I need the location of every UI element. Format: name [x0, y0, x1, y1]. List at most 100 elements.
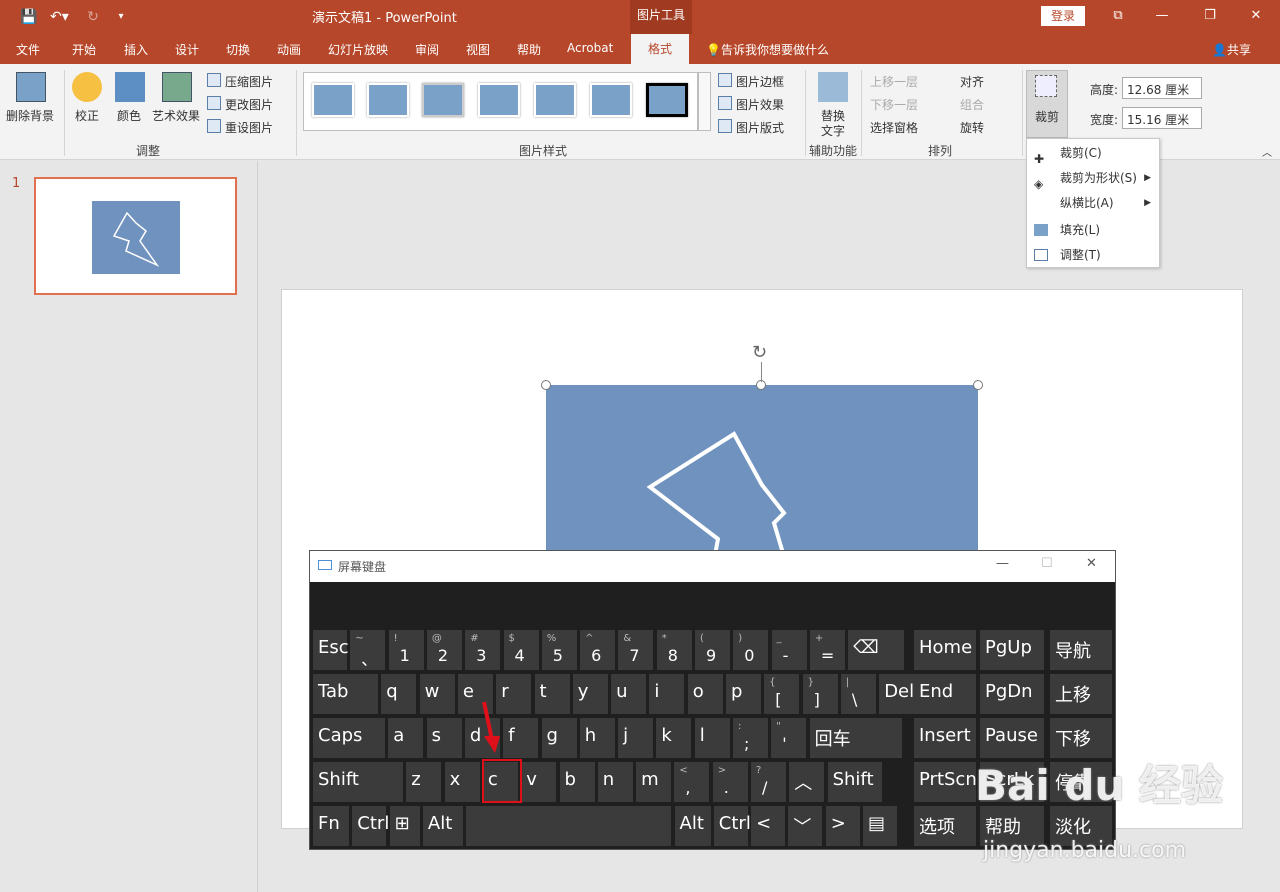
customize-quick-access-icon[interactable]: ▾	[112, 8, 130, 26]
key-4[interactable]: $4	[503, 630, 539, 670]
maximize-icon[interactable]: ☐	[1041, 556, 1053, 571]
key-m[interactable]: m	[636, 762, 672, 802]
menu-item-crop-to-shape[interactable]: ◈ 裁剪为形状(S) ▶	[1027, 166, 1159, 191]
close-icon[interactable]: ✕	[1246, 6, 1266, 26]
key-shift[interactable]: Shift	[313, 762, 403, 802]
key-fn[interactable]: Fn	[313, 806, 349, 846]
style-thumb[interactable]	[590, 83, 632, 117]
key-end[interactable]: End	[914, 674, 976, 714]
key-回车[interactable]: 回车	[809, 718, 902, 758]
key-k[interactable]: k	[656, 718, 692, 758]
save-icon[interactable]: 💾	[20, 8, 38, 26]
key-s[interactable]: s	[426, 718, 462, 758]
key-z[interactable]: z	[406, 762, 442, 802]
key-p[interactable]: p	[726, 674, 761, 714]
tab-review[interactable]: 审阅	[415, 41, 439, 58]
undo-icon[interactable]: ↶▾	[50, 8, 69, 26]
key-t[interactable]: t	[534, 674, 570, 714]
key-][interactable]: }]	[802, 674, 838, 714]
key-ctrl[interactable]: Ctrl	[713, 806, 751, 846]
tab-file[interactable]: 文件	[16, 41, 40, 58]
resize-handle[interactable]	[973, 380, 983, 390]
key-导航[interactable]: 导航	[1050, 630, 1112, 670]
key-⌫[interactable]: ⌫	[848, 630, 905, 670]
key--[interactable]: _ -	[771, 630, 807, 670]
close-icon[interactable]: ✕	[1086, 556, 1097, 571]
alt-text-label-2[interactable]: 文字	[821, 122, 845, 139]
key-5[interactable]: % 5	[541, 630, 577, 670]
tab-design[interactable]: 设计	[175, 41, 199, 58]
key-2[interactable]: @2	[426, 630, 462, 670]
picture-effects-button[interactable]: 图片效果	[736, 96, 784, 113]
redo-icon[interactable]: ↻	[84, 8, 102, 26]
picture-styles-gallery[interactable]	[303, 72, 698, 131]
send-backward-button[interactable]: 下移一层	[870, 96, 918, 113]
bring-forward-button[interactable]: 上移一层	[870, 73, 918, 90]
key-7[interactable]: & 7	[618, 630, 654, 670]
key-h[interactable]: h	[579, 718, 615, 758]
key-esc[interactable]: Esc	[313, 630, 349, 670]
selection-pane-button[interactable]: 选择窗格	[870, 119, 918, 136]
menu-item-fit[interactable]: 调整(T)	[1027, 243, 1159, 267]
key-/[interactable]: ? /	[751, 762, 786, 802]
login-button[interactable]: 登录	[1041, 6, 1085, 26]
key-6[interactable]: ^ 6	[580, 630, 616, 670]
corrections-icon[interactable]	[72, 72, 102, 102]
key-\[interactable]: | \	[840, 674, 876, 714]
style-thumb[interactable]	[646, 83, 688, 117]
key-选项[interactable]: 选项	[914, 806, 976, 846]
remove-background-icon[interactable]	[16, 72, 46, 102]
tab-animations[interactable]: 动画	[277, 41, 301, 58]
artistic-effects-button[interactable]: 艺术效果	[152, 107, 200, 124]
key-del[interactable]: Del	[879, 674, 918, 714]
reset-picture-button[interactable]: 重设图片	[225, 119, 273, 136]
key-pgdn[interactable]: PgDn	[980, 674, 1044, 714]
align-button[interactable]: 对齐	[960, 73, 984, 90]
width-input[interactable]: 15.16 厘米	[1122, 107, 1202, 129]
key-home[interactable]: Home	[914, 630, 976, 670]
key-8[interactable]: * 8	[656, 630, 692, 670]
tab-insert[interactable]: 插入	[124, 41, 148, 58]
key-insert[interactable]: Insert	[914, 718, 976, 758]
key-⊞[interactable]: ⊞	[389, 806, 420, 846]
key-g[interactable]: g	[541, 718, 577, 758]
style-thumb[interactable]	[367, 83, 409, 117]
key-1[interactable]: ! 1	[388, 630, 424, 670]
group-button[interactable]: 组合	[960, 96, 984, 113]
remove-background-button[interactable]: 删除背景	[6, 107, 54, 124]
key-n[interactable]: n	[597, 762, 633, 802]
alt-text-icon[interactable]	[818, 72, 848, 102]
menu-item-aspect-ratio[interactable]: 纵横比(A) ▶	[1027, 191, 1159, 215]
key-.[interactable]: >.	[712, 762, 748, 802]
picture-border-button[interactable]: 图片边框	[736, 73, 784, 90]
key-﹀[interactable]: ﹀	[788, 806, 823, 846]
key-shift[interactable]: Shift	[827, 762, 882, 802]
key-tab[interactable]: Tab	[313, 674, 378, 714]
artistic-effects-icon[interactable]	[162, 72, 192, 102]
key-alt[interactable]: Alt	[422, 806, 463, 846]
key-︿[interactable]: ︿	[789, 762, 825, 802]
style-thumb[interactable]	[312, 83, 354, 117]
ribbon-display-options-icon[interactable]: ⧉	[1108, 6, 1128, 26]
collapse-ribbon-icon[interactable]: ︿	[1262, 144, 1272, 159]
rotate-button[interactable]: 旋转	[960, 119, 984, 136]
minimize-icon[interactable]: —	[996, 556, 1009, 571]
style-thumb[interactable]	[534, 83, 576, 117]
key-l[interactable]: l	[694, 718, 730, 758]
key-b[interactable]: b	[559, 762, 595, 802]
color-button[interactable]: 颜色	[117, 107, 141, 124]
key-caps[interactable]: Caps	[313, 718, 385, 758]
key-pgup[interactable]: PgUp	[980, 630, 1044, 670]
key-0[interactable]: ) 0	[733, 630, 769, 670]
change-picture-button[interactable]: 更改图片	[225, 96, 273, 113]
key-;[interactable]: :;	[733, 718, 768, 758]
key-u[interactable]: u	[611, 674, 647, 714]
key-x[interactable]: x	[444, 762, 480, 802]
menu-item-crop[interactable]: ✚ 裁剪(C)	[1027, 141, 1159, 166]
tell-me-search[interactable]: 💡告诉我你想要做什么	[706, 41, 829, 58]
minimize-icon[interactable]: —	[1152, 6, 1172, 26]
key-v[interactable]: v	[521, 762, 557, 802]
tab-format[interactable]: 格式	[631, 34, 689, 66]
key-alt[interactable]: Alt	[674, 806, 711, 846]
tab-help[interactable]: 帮助	[517, 41, 541, 58]
